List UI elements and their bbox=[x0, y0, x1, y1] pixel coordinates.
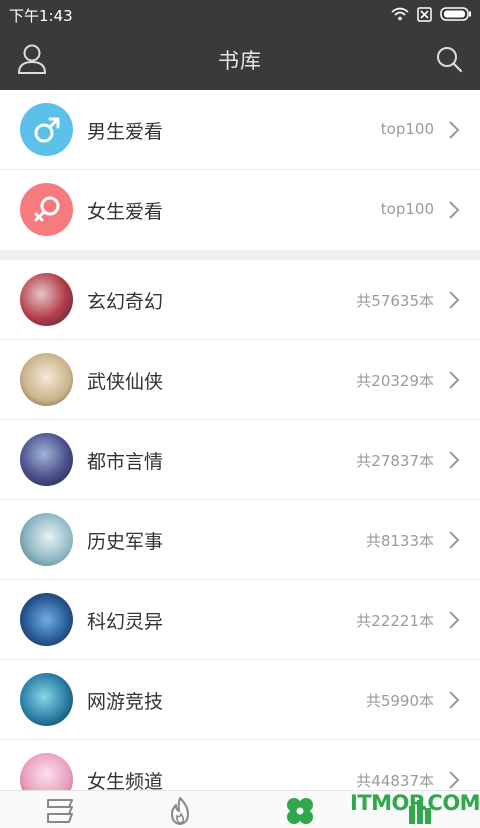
status-time: 下午1:43 bbox=[9, 7, 73, 25]
list-item-category[interactable]: 网游竞技 共5990本 bbox=[0, 660, 480, 740]
row-meta: 共27837本 bbox=[356, 452, 434, 470]
search-icon bbox=[437, 47, 463, 73]
row-meta: 共8133本 bbox=[365, 532, 434, 550]
library-icon bbox=[287, 798, 313, 824]
chevron-right-icon bbox=[449, 531, 460, 549]
chevron-right-icon bbox=[449, 201, 460, 219]
row-label: 玄幻奇幻 bbox=[87, 291, 164, 313]
row-meta: 共57635本 bbox=[356, 292, 434, 310]
chevron-right-icon bbox=[449, 611, 460, 629]
list-item-category[interactable]: 玄幻奇幻 共57635本 bbox=[0, 260, 480, 340]
tab-bookshelf[interactable] bbox=[40, 795, 80, 827]
chevron-right-icon bbox=[449, 371, 460, 389]
cover-thumbnail bbox=[20, 353, 73, 406]
row-meta: 共20329本 bbox=[356, 372, 434, 390]
list-item-category[interactable]: 武侠仙侠 共20329本 bbox=[0, 340, 480, 420]
male-symbol-icon bbox=[20, 103, 73, 156]
cover-thumbnail bbox=[20, 433, 73, 486]
list-item-female[interactable]: 女生爱看 top100 bbox=[0, 170, 480, 250]
list-item-category[interactable]: 都市言情 共27837本 bbox=[0, 420, 480, 500]
row-label: 武侠仙侠 bbox=[87, 371, 164, 393]
flame-icon bbox=[171, 797, 189, 825]
row-meta: 共22221本 bbox=[356, 612, 434, 630]
list-item-category[interactable]: 科幻灵异 共22221本 bbox=[0, 580, 480, 660]
status-icons bbox=[391, 5, 472, 23]
sim-off-icon bbox=[417, 6, 432, 22]
list-item-male[interactable]: 男生爱看 top100 bbox=[0, 90, 480, 170]
chevron-right-icon bbox=[449, 771, 460, 789]
chevron-right-icon bbox=[449, 691, 460, 709]
female-symbol-icon bbox=[20, 183, 73, 236]
row-label: 女生爱看 bbox=[87, 201, 164, 223]
app-bar: 书库 bbox=[0, 28, 480, 90]
row-meta: 共5990本 bbox=[365, 692, 434, 710]
row-label: 男生爱看 bbox=[87, 121, 164, 143]
row-label: 都市言情 bbox=[87, 451, 164, 473]
row-label: 科幻灵异 bbox=[87, 611, 164, 633]
list-item-category[interactable]: 历史军事 共8133本 bbox=[0, 500, 480, 580]
watermark-text: ITMOP.COM bbox=[350, 791, 480, 815]
chevron-right-icon bbox=[449, 291, 460, 309]
tab-discover[interactable] bbox=[160, 795, 200, 827]
cover-thumbnail bbox=[20, 513, 73, 566]
bookshelf-icon bbox=[47, 799, 73, 823]
section-divider bbox=[0, 250, 480, 260]
status-bar: 下午1:43 bbox=[0, 0, 480, 28]
search-button[interactable] bbox=[432, 42, 466, 76]
battery-icon bbox=[440, 7, 471, 21]
row-label: 网游竞技 bbox=[87, 691, 164, 713]
row-meta: top100 bbox=[380, 200, 434, 218]
row-label: 历史军事 bbox=[87, 531, 164, 553]
cover-thumbnail bbox=[20, 593, 73, 646]
chevron-right-icon bbox=[449, 121, 460, 139]
cover-thumbnail bbox=[20, 673, 73, 726]
row-meta: top100 bbox=[380, 120, 434, 138]
chevron-right-icon bbox=[449, 451, 460, 469]
page-title: 书库 bbox=[218, 49, 262, 73]
cover-thumbnail bbox=[20, 273, 73, 326]
row-meta: 共44837本 bbox=[356, 772, 434, 790]
tab-library[interactable] bbox=[280, 795, 320, 827]
wifi-icon bbox=[391, 7, 409, 21]
